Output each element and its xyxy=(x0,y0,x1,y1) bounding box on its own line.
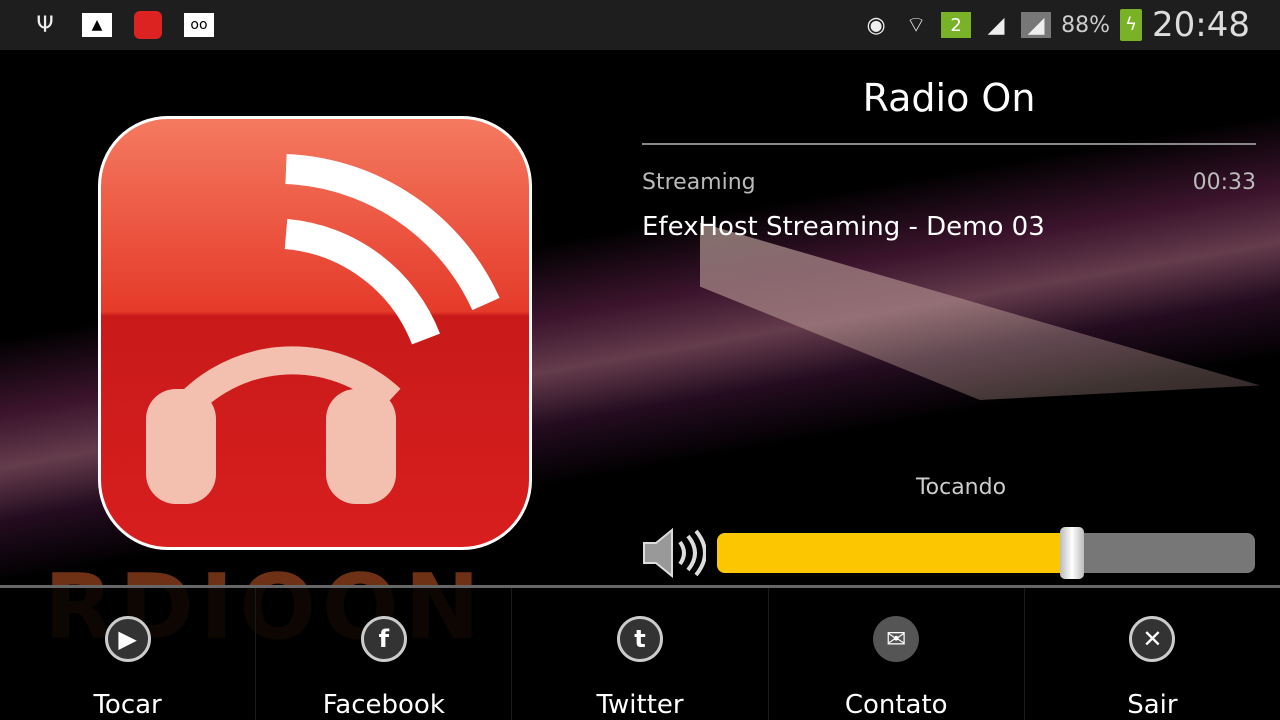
wifi-icon: ⌔ xyxy=(905,13,927,38)
close-icon: ✕ xyxy=(1129,616,1176,662)
voicemail-icon: oo xyxy=(184,13,214,37)
button-label: Twitter xyxy=(596,690,684,720)
source-label: Streaming xyxy=(642,170,756,195)
track-title: EfexHost Streaming - Demo 03 xyxy=(642,212,1045,242)
station-title: Radio On xyxy=(862,76,1036,120)
sim-badge: 2 xyxy=(950,14,962,36)
contato-button[interactable]: ✉ Contato xyxy=(769,588,1025,720)
battery-percent: 88% xyxy=(1061,12,1111,38)
volume-fill xyxy=(717,533,1073,573)
eye-icon: ◉ xyxy=(866,12,886,38)
divider xyxy=(642,143,1256,145)
signal-icon: ◢ xyxy=(1021,12,1052,38)
button-label: Facebook xyxy=(322,690,445,720)
playback-state: Tocando xyxy=(915,475,1007,500)
sim-icon: 2 xyxy=(941,12,972,38)
app-logo xyxy=(98,116,532,550)
elapsed-time: 00:33 xyxy=(1192,170,1256,195)
usb-icon: Ψ xyxy=(36,12,54,38)
clock: 20:48 xyxy=(1152,5,1250,45)
mail-icon: ✉ xyxy=(873,616,920,662)
tocar-button[interactable]: ▶ Tocar xyxy=(0,588,257,720)
play-icon: ▶ xyxy=(104,616,151,662)
twitter-button[interactable]: t Twitter xyxy=(512,588,769,720)
button-label: Tocar xyxy=(93,690,162,720)
volume-icon[interactable] xyxy=(642,528,706,578)
status-bar: Ψ ▲ oo ◉ ⌔ 2 ◢ ◢ 88% ϟ 20:48 xyxy=(0,0,1280,50)
volume-slider[interactable] xyxy=(717,527,1255,579)
button-label: Contato xyxy=(844,690,948,720)
sair-button[interactable]: ✕ Sair xyxy=(1025,588,1280,720)
facebook-icon: f xyxy=(360,616,407,662)
battery-charging-icon: ϟ xyxy=(1120,9,1143,41)
facebook-button[interactable]: f Facebook xyxy=(256,588,513,720)
bottom-action-bar: ▶ Tocar f Facebook t Twitter ✉ Contato ✕ Sair xyxy=(0,585,1280,720)
volume-thumb[interactable] xyxy=(1060,527,1085,579)
twitter-icon: t xyxy=(617,616,663,662)
rdioon-app-icon xyxy=(134,11,162,39)
button-label: Sair xyxy=(1127,690,1178,720)
gallery-icon: ▲ xyxy=(82,13,112,37)
signal-icon: ◢ xyxy=(987,12,1005,38)
